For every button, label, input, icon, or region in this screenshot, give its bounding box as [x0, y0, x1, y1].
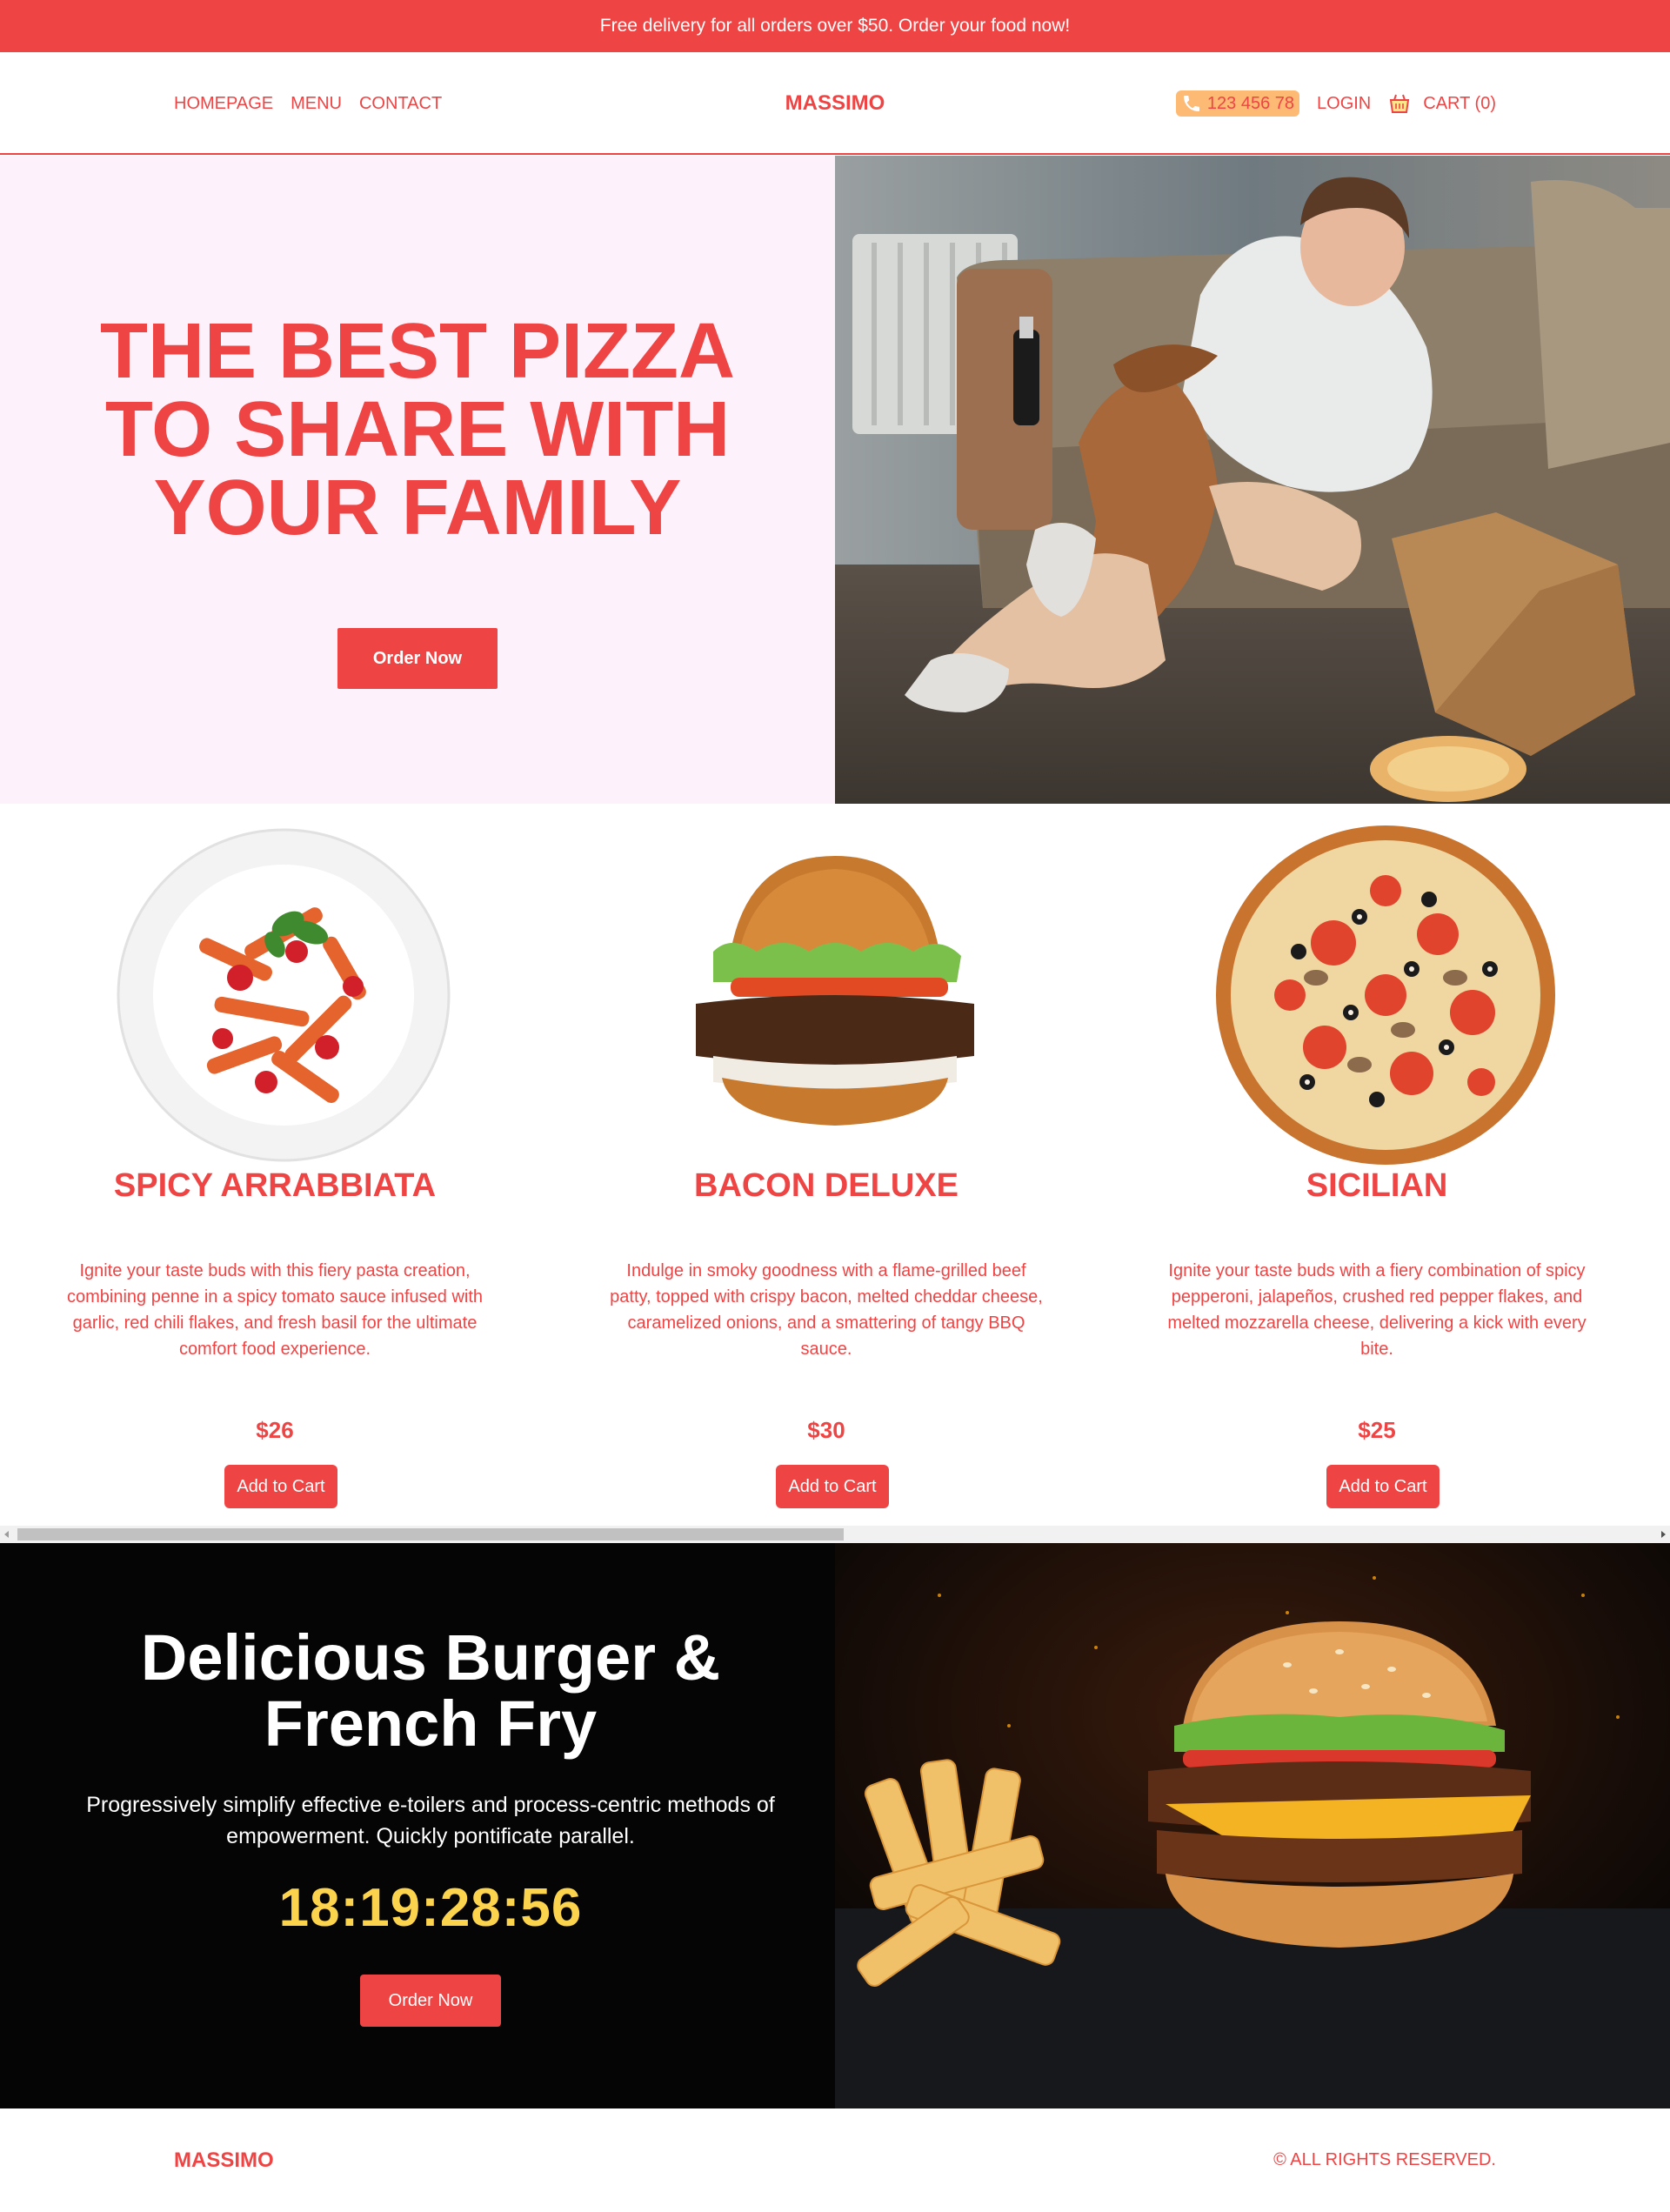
products-horizontal-scrollbar[interactable]: [0, 1526, 1670, 1543]
add-to-cart-button[interactable]: Add to Cart: [1326, 1465, 1440, 1508]
phone-icon: [1181, 93, 1202, 114]
product-description: Ignite your taste buds with a fiery comb…: [1167, 1261, 1586, 1359]
site-footer: MASSIMO © ALL RIGHTS RESERVED.: [0, 2108, 1670, 2212]
site-header: HOMEPAGE MENU CONTACT MASSIMO 123 456 78…: [0, 52, 1670, 155]
nav-link-menu[interactable]: MENU: [291, 94, 342, 114]
hero-photo-woman-dog-pizza: [835, 156, 1670, 804]
product-card: SICILIAN Ignite your taste buds with a f…: [1133, 804, 1620, 1526]
brand-logo[interactable]: MASSIMO: [785, 91, 885, 116]
main-nav: HOMEPAGE MENU CONTACT: [174, 52, 442, 155]
announcement-bar: Free delivery for all orders over $50. O…: [0, 0, 1670, 52]
add-to-cart-button[interactable]: Add to Cart: [224, 1465, 337, 1508]
countdown-timer: 18:19:28:56: [278, 1878, 583, 1938]
product-name: BACON DELUXE: [693, 1167, 959, 1204]
nav-link-contact[interactable]: CONTACT: [359, 94, 442, 114]
product-image-burger: [661, 821, 1009, 1169]
product-name: SICILIAN: [1306, 1167, 1448, 1204]
announcement-text: Free delivery for all orders over $50. O…: [599, 16, 1071, 36]
promo-burger-fries-image: [835, 1543, 1670, 2108]
promo-title: Delicious Burger & French Fry: [140, 1621, 721, 1760]
product-description: Indulge in smoky goodness with a flame-g…: [610, 1261, 1043, 1359]
login-link[interactable]: LOGIN: [1317, 94, 1371, 114]
product-image-pasta: [110, 821, 458, 1169]
hero-title: THE BEST PIZZA TO SHARE WITH YOUR FAMILY: [99, 308, 736, 551]
scroll-left-arrow-icon[interactable]: [4, 1531, 9, 1538]
product-price: $26: [256, 1417, 294, 1443]
scrollbar-thumb[interactable]: [17, 1528, 844, 1540]
scroll-right-arrow-icon[interactable]: [1661, 1531, 1666, 1538]
cart-link[interactable]: CART (0): [1388, 92, 1496, 115]
cart-icon: [1388, 92, 1411, 115]
header-actions: 123 456 78 LOGIN CART (0): [1175, 52, 1496, 155]
products-carousel: SPICY ARRABBIATA Ignite your taste buds …: [0, 804, 1670, 1526]
add-to-cart-button[interactable]: Add to Cart: [776, 1465, 889, 1508]
product-card: BACON DELUXE Indulge in smoky goodness w…: [583, 804, 1070, 1526]
product-card: SPICY ARRABBIATA Ignite your taste buds …: [31, 804, 518, 1526]
phone-number-badge[interactable]: 123 456 78: [1175, 90, 1300, 117]
product-description: Ignite your taste buds with this fiery p…: [66, 1261, 484, 1359]
nav-link-homepage[interactable]: HOMEPAGE: [174, 94, 273, 114]
product-image-pizza: [1212, 821, 1560, 1169]
phone-number: 123 456 78: [1206, 93, 1295, 113]
product-price: $25: [1358, 1417, 1396, 1443]
promo-text: Progressively simplify effective e-toile…: [86, 1793, 775, 1848]
product-name: SPICY ARRABBIATA: [113, 1167, 437, 1204]
cart-label: CART (0): [1423, 93, 1496, 113]
footer-brand[interactable]: MASSIMO: [174, 2108, 274, 2212]
hero-text-panel: THE BEST PIZZA TO SHARE WITH YOUR FAMILY…: [0, 156, 835, 804]
footer-copyright: © ALL RIGHTS RESERVED.: [1273, 2150, 1496, 2169]
product-price: $30: [807, 1417, 845, 1443]
hero-order-now-button[interactable]: Order Now: [337, 628, 498, 689]
promo-banner: Delicious Burger & French Fry Progressiv…: [0, 1543, 1670, 2108]
promo-order-now-button[interactable]: Order Now: [360, 1975, 501, 2027]
